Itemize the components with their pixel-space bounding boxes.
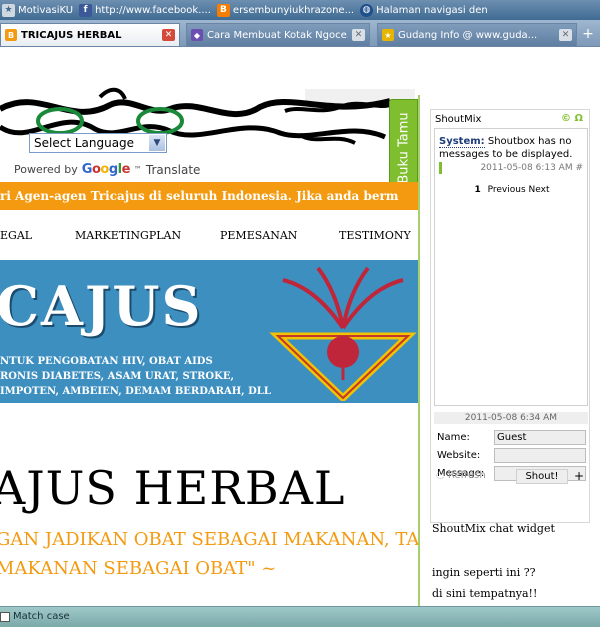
shoutbox-messages[interactable]: System: Shoutbox has no messages to be d… — [434, 128, 588, 406]
shoutmix-title: ShoutMix — [435, 114, 482, 125]
more-options-button[interactable]: + — [571, 469, 587, 484]
star-icon: ★ — [382, 29, 394, 41]
site-title: AJUS HERBAL — [0, 461, 346, 515]
main-nav: EGAL MARKETINGPLAN PEMESANAN TESTIMONY — [0, 210, 418, 260]
shout-button[interactable]: Shout! — [516, 469, 568, 484]
hero-banner: CAJUS NTUK PENGOBATAN HIV, OBAT AIDS RON… — [0, 260, 418, 403]
nav-item-pemesanan[interactable]: PEMESANAN — [220, 229, 297, 242]
facebook-icon: f — [79, 3, 93, 17]
tab-cara-membuat[interactable]: ◆ Cara Membuat Kotak Ngoce... ✕ — [186, 23, 370, 46]
tab-gudang-info[interactable]: ★ Gudang Info @ www.guda... ✕ — [377, 23, 577, 46]
hero-title: CAJUS — [0, 274, 203, 338]
site-slogan: GAN JADIKAN OBAT SEBAGAI MAKANAN, TA — [0, 529, 420, 550]
hero-line: NTUK PENGOBATAN HIV, OBAT AIDS — [0, 356, 213, 367]
sidebar-text: ingin seperti ini ?? — [432, 566, 536, 579]
shoutmix-options-icon[interactable]: © Ω — [561, 113, 583, 124]
browser-window: ★ MotivasiKU f http://www.facebook.... B… — [0, 0, 600, 627]
page-viewport: Select Language ▼ Powered by Google ™ Tra… — [0, 47, 600, 606]
tab-bar: B TRICAJUS HERBAL ✕ ◆ Cara Membuat Kotak… — [0, 20, 600, 47]
bookmark-motivasiku[interactable]: ★ MotivasiKU — [2, 3, 73, 17]
refresh-button[interactable]: ◌ Refresh — [436, 470, 486, 481]
hero-line: RONIS DIABETES, ASAM URAT, STROKE, — [0, 371, 234, 382]
site-icon: ◆ — [191, 29, 203, 41]
system-message: System: Shoutbox has no messages to be d… — [439, 136, 573, 160]
bookmark-blogger[interactable]: B ersembunyiukhrazone... — [216, 3, 354, 17]
message-marker — [439, 162, 442, 174]
close-icon[interactable]: ✕ — [559, 29, 572, 41]
bookmark-icon: ★ — [2, 3, 15, 17]
marquee-ticker: ri Agen-agen Tricajus di seluruh Indones… — [0, 182, 418, 210]
bookmark-facebook[interactable]: f http://www.facebook.... — [79, 3, 211, 17]
pagination: 1 Previous Next — [474, 185, 550, 195]
message-timestamp: 2011-05-08 6:13 AM # — [480, 163, 583, 173]
blogger-icon: B — [216, 3, 230, 17]
shoutmix-widget: ShoutMix © Ω System: Shoutbox has no mes… — [430, 109, 590, 523]
match-case-label: Match case — [13, 611, 70, 622]
tab-tricajus[interactable]: B TRICAJUS HERBAL ✕ — [0, 23, 180, 46]
close-icon[interactable]: ✕ — [162, 29, 175, 41]
website-label: Website: — [437, 450, 481, 461]
language-select[interactable]: Select Language ▼ — [29, 133, 167, 153]
name-field[interactable]: Guest — [494, 430, 586, 445]
bookmarks-bar: ★ MotivasiKU f http://www.facebook.... B… — [0, 0, 600, 20]
hero-line: IMPOTEN, AMBEIEN, DEMAM BERDARAH, DLL — [0, 386, 271, 397]
nav-item-legal[interactable]: EGAL — [0, 229, 32, 242]
nav-item-testimony[interactable]: TESTIMONY — [339, 229, 411, 242]
site-slogan: MAKANAN SEBAGAI OBAT" ~ — [0, 558, 277, 579]
globe-icon: ◍ — [360, 3, 374, 17]
nav-item-marketingplan[interactable]: MARKETINGPLAN — [75, 229, 181, 242]
find-bar: Match case — [0, 606, 600, 627]
sidebar-link[interactable]: di sini tempatnya!! — [432, 587, 537, 600]
blogger-icon: B — [5, 29, 17, 41]
powered-by-google: Powered by Google ™ Translate — [14, 162, 201, 177]
google-logo: Google — [81, 162, 131, 177]
current-timestamp: 2011-05-08 6:34 AM — [434, 412, 588, 424]
refresh-icon: ◌ — [436, 470, 445, 481]
chevron-down-icon: ▼ — [149, 135, 165, 151]
tricajus-logo — [269, 266, 417, 401]
bookmark-navigasi[interactable]: ◍ Halaman navigasi den — [360, 3, 488, 17]
sidebar-border — [418, 95, 420, 606]
match-case-checkbox[interactable] — [0, 612, 10, 622]
name-label: Name: — [437, 432, 470, 443]
website-field[interactable] — [494, 448, 586, 463]
close-icon[interactable]: ✕ — [352, 29, 365, 41]
new-tab-button[interactable]: + — [580, 26, 596, 42]
shoutmix-caption: ShoutMix chat widget — [432, 522, 555, 535]
